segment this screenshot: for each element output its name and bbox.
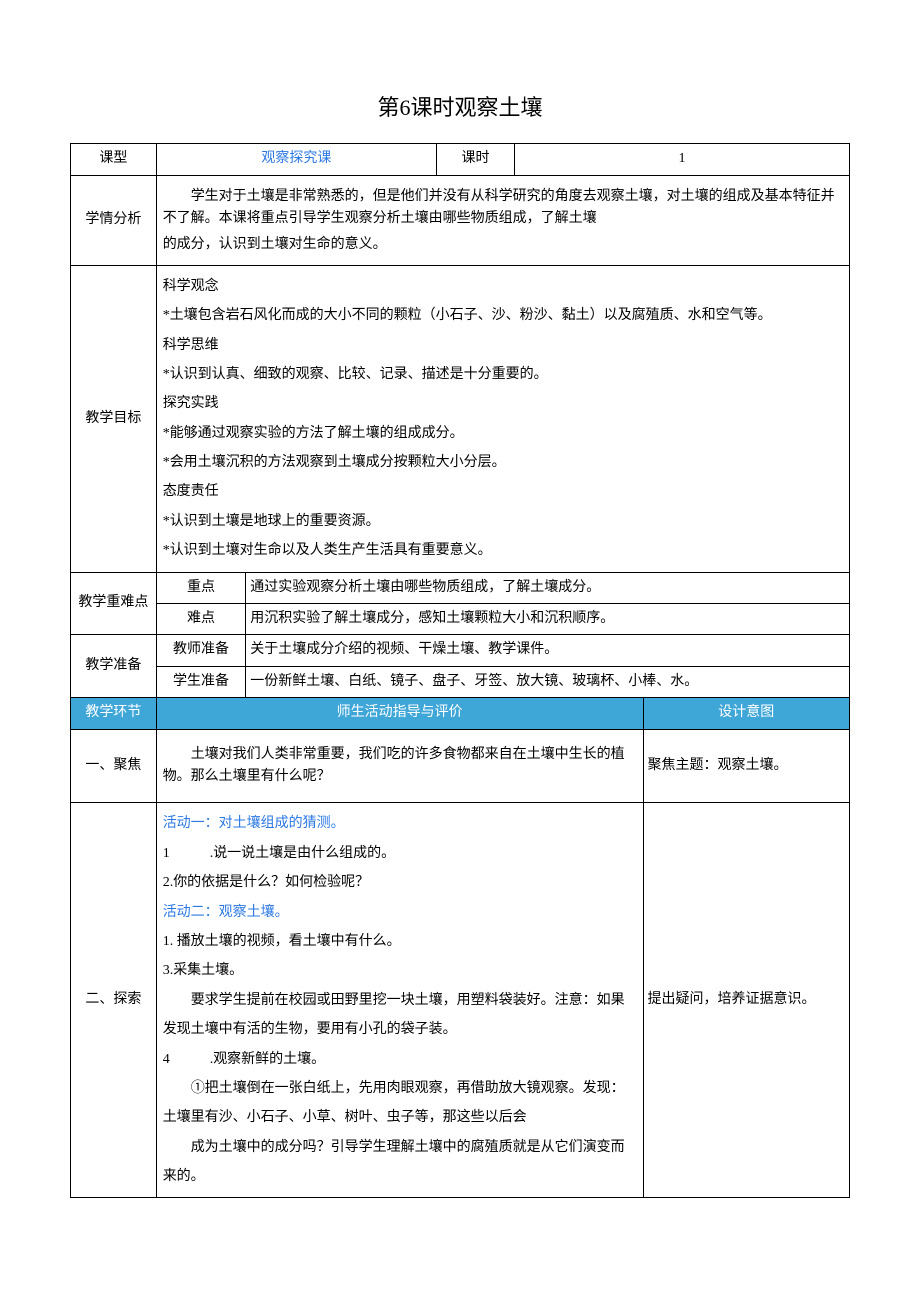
obj-l3a: *能够通过观察实验的方法了解土壤的组成成分。 [163, 419, 843, 448]
explore-a2-req: 要求学生提前在校园或田野里挖一块土壤，用塑料袋装好。注意：如果发现土壤中有活的生… [163, 986, 637, 1045]
obj-h1: 科学观念 [163, 272, 843, 301]
analysis-p1: 学生对于土壤是非常熟悉的，但是他们并没有从科学研究的角度去观察土壤，对土壤的组成… [163, 186, 843, 231]
prep2-head: 学生准备 [156, 666, 246, 697]
explore-body: 活动一：对土壤组成的猜测。 1 .说一说土壤是由什么组成的。 2.你的依据是什么？… [156, 803, 643, 1198]
hdr-c3: 设计意图 [643, 698, 849, 729]
kp2-val: 用沉积实验了解土壤成分，感知土壤颗粒大小和沉积顺序。 [246, 604, 850, 635]
kp2-head: 难点 [156, 604, 246, 635]
obj-l4b: *认识到土壤对生命以及人类生产生活具有重要意义。 [163, 536, 843, 565]
page-title: 第6课时观察土壤 [70, 90, 850, 125]
a1-num1: 1 [163, 846, 170, 861]
row-keypoint-2: 难点 用沉积实验了解土壤成分，感知土壤颗粒大小和沉积顺序。 [71, 604, 850, 635]
row-analysis-2: 的成分，认识到土壤对生命的意义。 [71, 232, 850, 265]
row-prep-1: 教学准备 教师准备 关于土壤成分介绍的视频、干燥土壤、教学课件。 [71, 635, 850, 666]
label-objectives: 教学目标 [71, 265, 157, 572]
obj-l4a: *认识到土壤是地球上的重要资源。 [163, 507, 843, 536]
row-prep-2: 学生准备 一份新鲜土壤、白纸、镜子、盘子、牙签、放大镜、玻璃杯、小棒、水。 [71, 666, 850, 697]
explore-intent: 提出疑问，培养证据意识。 [643, 803, 849, 1198]
obj-l2: *认识到认真、细致的观察、比较、记录、描述是十分重要的。 [163, 360, 843, 389]
lesson-plan-table: 课型 观察探究课 课时 1 学情分析 学生对于土壤是非常熟悉的，但是他们并没有从… [70, 143, 850, 1198]
explore-a2-l3: 3.采集土壤。 [163, 956, 637, 985]
explore-a2-l1: 1. 播放土壤的视频，看土壤中有什么。 [163, 927, 637, 956]
focus-text: 土壤对我们人类非常重要，我们吃的许多食物都来自在土壤中生长的植物。那么土壤里有什… [163, 744, 637, 789]
analysis-body-1: 学生对于土壤是非常熟悉的，但是他们并没有从科学研究的角度去观察土壤，对土壤的组成… [156, 175, 849, 232]
focus-intent: 聚焦主题：观察土壤。 [643, 729, 849, 803]
a2-num4: 4 [163, 1052, 170, 1067]
row-explore: 二、探索 活动一：对土壤组成的猜测。 1 .说一说土壤是由什么组成的。 2.你的依… [71, 803, 850, 1198]
explore-a2-title: 活动二：观察土壤。 [163, 898, 637, 927]
focus-label: 一、聚焦 [71, 729, 157, 803]
obj-l1: *土壤包含岩石风化而成的大小不同的颗粒（小石子、沙、粉沙、黏土）以及腐殖质、水和… [163, 301, 843, 330]
analysis-body-2: 的成分，认识到土壤对生命的意义。 [156, 232, 849, 265]
obj-h2: 科学思维 [163, 331, 843, 360]
focus-body: 土壤对我们人类非常重要，我们吃的许多食物都来自在土壤中生长的植物。那么土壤里有什… [156, 729, 643, 803]
hdr-c1: 教学环节 [71, 698, 157, 729]
explore-a2-p1: ①把土壤倒在一张白纸上，先用肉眼观察，再借助放大镜观察。发现：土壤里有沙、小石子… [163, 1074, 637, 1133]
label-prep: 教学准备 [71, 635, 157, 698]
obj-h3: 探究实践 [163, 389, 843, 418]
obj-h4: 态度责任 [163, 477, 843, 506]
label-analysis: 学情分析 [71, 175, 157, 265]
explore-a2-p2: 成为土壤中的成分吗？引导学生理解土壤中的腐殖质就是从它们演变而来的。 [163, 1133, 637, 1192]
value-type: 观察探究课 [156, 144, 436, 175]
row-objectives: 教学目标 科学观念 *土壤包含岩石风化而成的大小不同的颗粒（小石子、沙、粉沙、黏… [71, 265, 850, 572]
obj-l3b: *会用土壤沉积的方法观察到土壤成分按颗粒大小分层。 [163, 448, 843, 477]
value-period: 1 [515, 144, 850, 175]
row-type: 课型 观察探究课 课时 1 [71, 144, 850, 175]
objectives-body: 科学观念 *土壤包含岩石风化而成的大小不同的颗粒（小石子、沙、粉沙、黏土）以及腐… [156, 265, 849, 572]
label-period: 课时 [437, 144, 515, 175]
explore-a1-line1: 1 .说一说土壤是由什么组成的。 [163, 839, 637, 868]
prep1-head: 教师准备 [156, 635, 246, 666]
a1-txt1: .说一说土壤是由什么组成的。 [210, 846, 396, 861]
kp1-val: 通过实验观察分析土壤由哪些物质组成，了解土壤成分。 [246, 572, 850, 603]
prep2-val: 一份新鲜土壤、白纸、镜子、盘子、牙签、放大镜、玻璃杯、小棒、水。 [246, 666, 850, 697]
row-analysis-1: 学情分析 学生对于土壤是非常熟悉的，但是他们并没有从科学研究的角度去观察土壤，对… [71, 175, 850, 232]
explore-a2-line4: 4 .观察新鲜的土壤。 [163, 1045, 637, 1074]
label-keypoints: 教学重难点 [71, 572, 157, 635]
row-keypoint-1: 教学重难点 重点 通过实验观察分析土壤由哪些物质组成，了解土壤成分。 [71, 572, 850, 603]
explore-a1-title: 活动一：对土壤组成的猜测。 [163, 809, 637, 838]
hdr-c2: 师生活动指导与评价 [156, 698, 643, 729]
row-focus: 一、聚焦 土壤对我们人类非常重要，我们吃的许多食物都来自在土壤中生长的植物。那么… [71, 729, 850, 803]
section-header: 教学环节 师生活动指导与评价 设计意图 [71, 698, 850, 729]
explore-a1-line2: 2.你的依据是什么？如何检验呢？ [163, 868, 637, 897]
a2-txt4: .观察新鲜的土壤。 [210, 1052, 326, 1067]
explore-label: 二、探索 [71, 803, 157, 1198]
prep1-val: 关于土壤成分介绍的视频、干燥土壤、教学课件。 [246, 635, 850, 666]
label-type: 课型 [71, 144, 157, 175]
kp1-head: 重点 [156, 572, 246, 603]
